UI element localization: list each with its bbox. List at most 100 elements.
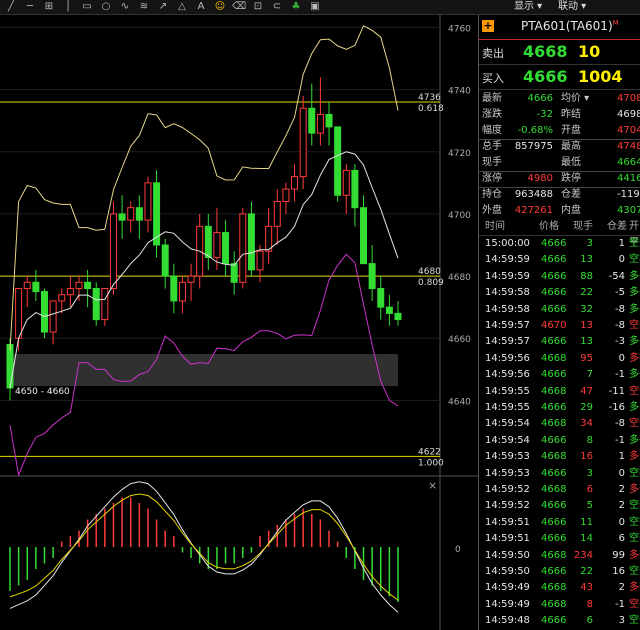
candle-body: [84, 281, 92, 290]
trade-type: 空换: [629, 254, 640, 266]
candle-body: [118, 213, 126, 221]
candle-body: [127, 207, 135, 221]
candle-body: [92, 288, 100, 321]
trade-time: 14:59:55: [485, 385, 530, 397]
quote-row: 涨停 4980 跌停 4416: [479, 171, 640, 187]
triangle-tool-icon[interactable]: △: [175, 0, 189, 14]
trade-volume: 234: [573, 549, 593, 561]
grid-tool-icon[interactable]: ⊞: [42, 0, 56, 14]
trade-price: 4666: [541, 500, 567, 512]
top-menu: 显示 ▾ 联动 ▾: [478, 0, 640, 15]
trade-type: 多开: [629, 549, 640, 561]
trade-time: 14:59:58: [485, 303, 530, 315]
trade-volume: 32: [580, 303, 593, 315]
fib-tool-icon[interactable]: ≋: [137, 0, 151, 14]
magnet-icon[interactable]: ⊂: [270, 0, 284, 14]
trade-oi-change: -3: [615, 336, 625, 348]
trade-row: 14:59:51 4666 14 6 空开: [479, 531, 640, 547]
trade-volume: 16: [580, 451, 593, 463]
trade-type: 多开: [629, 451, 640, 463]
trade-volume: 6: [586, 484, 593, 495]
quote-label: 涨跌: [482, 109, 502, 120]
quote-label: 昨结: [561, 109, 581, 120]
quote-row: 外盘 427261 内盘 430714: [479, 203, 640, 219]
eraser-icon[interactable]: ⌫: [232, 0, 246, 14]
smile-icon[interactable]: ☺: [213, 0, 227, 14]
text-tool-icon[interactable]: A: [194, 0, 208, 14]
col-oi-change: 仓差: [607, 221, 627, 232]
quote-label: 开盘: [561, 125, 581, 136]
quote-value: -32: [536, 109, 553, 120]
trade-row: 14:59:49 4668 43 2 多开: [479, 580, 640, 596]
trade-type: 多平: [629, 287, 640, 299]
trade-price: 4666: [541, 434, 567, 446]
trade-type: 空开: [629, 238, 640, 249]
contract-name: PTA601(TA601)M: [521, 19, 619, 33]
quote-value: 4416: [617, 173, 640, 184]
trade-volume: 13: [580, 320, 593, 331]
close-icon[interactable]: ×: [428, 479, 437, 492]
quote-value: 4708: [617, 93, 640, 104]
trade-price: 4666: [541, 303, 567, 315]
trade-price: 4666: [541, 270, 567, 282]
ask-price: 4668: [523, 42, 568, 61]
trade-volume: 3: [586, 238, 593, 249]
rect-tool-icon[interactable]: ▭: [80, 0, 94, 14]
quote-value: -0.68%: [517, 125, 553, 136]
quote-value: 857975: [514, 141, 553, 152]
trade-price: 4668: [541, 549, 567, 561]
trade-volume: 47: [580, 385, 593, 397]
trade-oi-change: 3: [618, 615, 625, 627]
display-menu[interactable]: 显示 ▾: [514, 0, 542, 14]
add-icon[interactable]: +: [482, 20, 494, 32]
ray-tool-icon[interactable]: ↗: [156, 0, 170, 14]
price-chart[interactable]: 4760 4740 4720 4700 4680 4660 4640 47360.618 468…: [0, 15, 478, 630]
level-label-4680: 4680: [418, 267, 441, 277]
level-ratio-1000: 1.000: [418, 458, 444, 468]
level-ratio-0809: 0.809: [418, 278, 444, 288]
trade-table-header: 时间 价格 现手 仓差 开平: [479, 219, 640, 248]
candle-body: [247, 213, 255, 271]
trade-time: 14:59:51: [485, 533, 530, 545]
vertical-line-icon[interactable]: │: [61, 0, 75, 14]
trade-time: 14:59:49: [485, 598, 530, 610]
candle-body: [377, 288, 385, 308]
quote-label: 最新: [482, 93, 502, 104]
screenshot-icon[interactable]: ▣: [308, 0, 322, 14]
clover-icon[interactable]: ♣: [289, 0, 303, 14]
trade-volume: 11: [580, 516, 593, 528]
link-menu[interactable]: 联动 ▾: [558, 0, 586, 14]
trade-price: 4666: [541, 533, 567, 545]
candle-body: [40, 291, 48, 333]
price-tick-label: 4740: [448, 87, 471, 97]
wave-tool-icon[interactable]: ∿: [118, 0, 132, 14]
quote-row: 总手 857975 最高 4748: [479, 139, 640, 155]
level-label-4736: 4736: [418, 93, 441, 103]
price-tick-label: 4680: [448, 273, 471, 283]
quote-label: 跌停: [561, 173, 581, 184]
trade-type: 空开: [629, 615, 640, 627]
trade-row: 14:59:50 4666 22 16 空开: [479, 564, 640, 580]
trade-price: 4668: [541, 484, 567, 495]
candle-body: [187, 275, 195, 283]
trade-row: 14:59:53 4666 3 0 空换: [479, 466, 640, 482]
candle-body: [273, 200, 281, 227]
trade-oi-change: 0: [618, 352, 625, 364]
main-contract-mark: M: [612, 19, 619, 27]
level-ratio-0618: 0.618: [418, 104, 444, 114]
candle-body: [308, 107, 316, 134]
trade-price: 4668: [541, 451, 567, 463]
quote-row: 幅度 -0.68% 开盘 4704: [479, 123, 640, 139]
candle-body: [49, 300, 57, 333]
trade-volume: 34: [580, 418, 593, 430]
line-tool-icon[interactable]: ╱: [4, 0, 18, 14]
quote-value: 4704: [617, 125, 640, 136]
trade-volume: 22: [580, 566, 593, 577]
lock-icon[interactable]: ⊡: [251, 0, 265, 14]
circle-tool-icon[interactable]: ○: [99, 0, 113, 14]
col-volume: 现手: [573, 221, 593, 232]
trade-time: 14:59:59: [485, 254, 530, 266]
trade-oi-change: -16: [608, 402, 625, 413]
trade-type: 多开: [629, 582, 640, 594]
horizontal-line-icon[interactable]: ─: [23, 0, 37, 14]
